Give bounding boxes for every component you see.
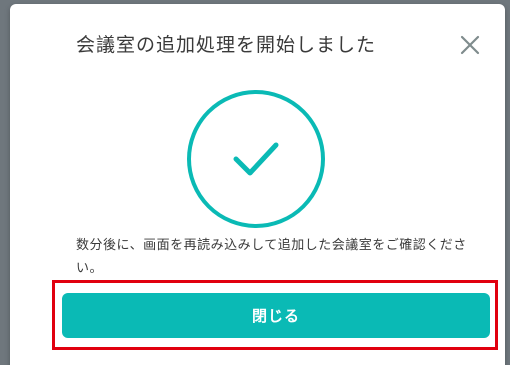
dialog-title: 会議室の追加処理を開始しました (76, 34, 377, 56)
dialog-message-line-2: い。 (76, 261, 104, 276)
checkmark-circle-icon (186, 89, 326, 229)
close-button[interactable]: 閉じる (62, 293, 490, 338)
close-dialog-button[interactable] (459, 34, 481, 56)
close-icon (460, 35, 480, 55)
dialog-message: 数分後に、画面を再読み込みして追加した会議室をご確認くださ い。 (76, 234, 496, 280)
dialog-message-line-1: 数分後に、画面を再読み込みして追加した会議室をご確認くださ (76, 238, 467, 253)
